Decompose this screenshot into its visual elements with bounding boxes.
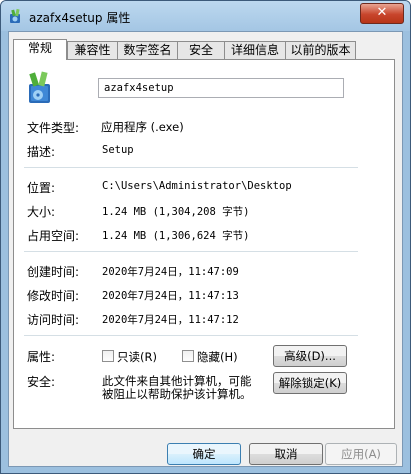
ok-button[interactable]: 确定 bbox=[167, 443, 241, 465]
modified-value: 2020年7月24日，11:47:13 bbox=[102, 290, 239, 302]
separator bbox=[24, 251, 358, 252]
size-value: 1.24 MB (1,304,208 字节) bbox=[102, 206, 250, 218]
tab-general[interactable]: 常规 bbox=[13, 39, 67, 60]
hidden-checkbox[interactable] bbox=[182, 350, 194, 362]
tab-digital-signatures[interactable]: 数字签名 bbox=[117, 41, 178, 59]
tab-details[interactable]: 详细信息 bbox=[224, 41, 286, 59]
close-icon: ✕ bbox=[376, 5, 388, 20]
size-label: 大小: bbox=[27, 205, 56, 219]
accessed-value: 2020年7月24日，11:47:12 bbox=[102, 314, 239, 326]
location-value: C:\Users\Administrator\Desktop bbox=[102, 180, 292, 192]
file-type-value: 应用程序 (.exe) bbox=[101, 120, 184, 134]
properties-window: azafx4setup 属性 ✕ 常规 兼容性 数字签名 安全 详细信息 以前的… bbox=[0, 0, 411, 474]
size-on-disk-value: 1.24 MB (1,306,624 字节) bbox=[102, 230, 250, 242]
title-bar[interactable]: azafx4setup 属性 ✕ bbox=[1, 1, 410, 31]
location-label: 位置: bbox=[27, 181, 56, 195]
file-name-field[interactable]: azafx4setup bbox=[98, 78, 344, 98]
separator bbox=[24, 167, 358, 168]
readonly-checkbox[interactable] bbox=[102, 350, 114, 362]
setup-app-icon bbox=[10, 8, 20, 23]
advanced-button[interactable]: 高级(D)... bbox=[273, 345, 347, 367]
tab-security[interactable]: 安全 bbox=[177, 41, 225, 59]
size-on-disk-label: 占用空间: bbox=[27, 229, 80, 243]
separator bbox=[24, 335, 358, 336]
tab-previous-versions[interactable]: 以前的版本 bbox=[285, 41, 356, 59]
file-type-label: 文件类型: bbox=[27, 121, 80, 135]
readonly-label[interactable]: 只读(R) bbox=[117, 349, 157, 365]
created-label: 创建时间: bbox=[27, 265, 80, 279]
general-panel: azafx4setup 文件类型: 应用程序 (.exe) 描述: Setup … bbox=[13, 59, 395, 429]
modified-label: 修改时间: bbox=[27, 289, 80, 303]
window-title: azafx4setup 属性 bbox=[29, 11, 131, 25]
accessed-label: 访问时间: bbox=[27, 313, 80, 327]
unblock-button[interactable]: 解除锁定(K) bbox=[273, 372, 347, 394]
attributes-label: 属性: bbox=[27, 350, 56, 364]
apply-button[interactable]: 应用(A) bbox=[325, 443, 397, 465]
setup-app-icon bbox=[29, 71, 50, 103]
dialog-body: 常规 兼容性 数字签名 安全 详细信息 以前的版本 azafx4setup 文件… bbox=[8, 31, 403, 467]
created-value: 2020年7月24日，11:47:09 bbox=[102, 266, 239, 278]
security-label: 安全: bbox=[27, 375, 56, 389]
close-button[interactable]: ✕ bbox=[360, 3, 404, 24]
description-value: Setup bbox=[102, 144, 134, 156]
description-label: 描述: bbox=[27, 145, 56, 159]
cancel-button[interactable]: 取消 bbox=[249, 443, 323, 465]
tab-compatibility[interactable]: 兼容性 bbox=[67, 41, 118, 59]
security-text-line2: 被阻止以帮助保护该计算机。 bbox=[102, 387, 252, 401]
hidden-label[interactable]: 隐藏(H) bbox=[197, 349, 238, 365]
